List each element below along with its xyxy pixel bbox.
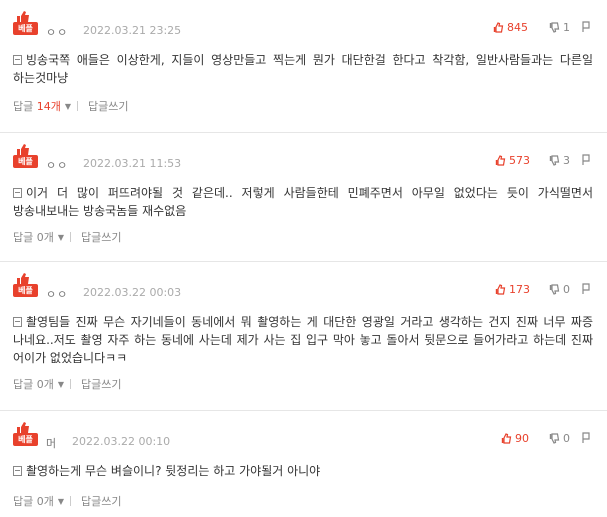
write-reply-link[interactable]: 답글쓰기 — [81, 376, 121, 392]
document-icon — [13, 55, 22, 65]
downvote-count: 3 — [563, 154, 570, 167]
comment-text-block: 촬영하는게 무슨 벼슬이니? 뒷정리는 하고 가야될거 아니야 — [13, 462, 593, 480]
thumbs-up-icon — [493, 22, 504, 33]
best-label: 베플 — [13, 284, 38, 297]
upvote-button[interactable]: 845 — [493, 21, 528, 34]
best-label: 베플 — [13, 433, 38, 446]
comment-text: 촬영팀들 진짜 무슨 자기네들이 동네에서 뭐 촬영하는 게 대단한 영광일 거… — [13, 315, 593, 365]
divider — [70, 379, 72, 389]
comment-author[interactable]: ㅇㅇ — [46, 24, 68, 40]
document-icon — [13, 188, 22, 198]
comment-author[interactable]: ㅇㅇ — [46, 157, 68, 173]
comment-text-block: 빙송국쪽 애들은 이상한게, 지들이 영상만들고 찍는게 뭔가 대단한걸 한다고… — [13, 51, 593, 87]
reply-toggle[interactable]: 답글 14개 — [13, 98, 61, 114]
comment-header: 베플 ㅇㅇ 2022.03.22 00:03 173 0 — [13, 272, 599, 302]
comment-date: 2022.03.21 11:53 — [83, 157, 182, 170]
reply-count: 0개 — [36, 495, 54, 508]
reply-label: 답글 — [13, 378, 34, 391]
downvote-button[interactable]: 3 — [549, 154, 570, 167]
reply-label: 답글 — [13, 231, 34, 244]
thumbs-down-icon — [549, 284, 560, 295]
comment-text: 빙송국쪽 애들은 이상한게, 지들이 영상만들고 찍는게 뭔가 대단한걸 한다고… — [13, 53, 593, 85]
downvote-button[interactable]: 1 — [549, 21, 570, 34]
caret-down-icon[interactable]: ▼ — [58, 233, 64, 242]
reply-toggle[interactable]: 답글 0개 — [13, 493, 54, 509]
divider — [70, 496, 72, 506]
best-comment-badge: 베플 — [13, 272, 39, 299]
report-icon[interactable] — [581, 283, 591, 295]
write-reply-link[interactable]: 답글쓰기 — [81, 493, 121, 509]
downvote-count: 0 — [563, 283, 570, 296]
comment-header: 베플 ㅇㅇ 2022.03.21 23:25 845 1 — [13, 10, 599, 40]
comment-item: 베플 ㅇㅇ 2022.03.21 23:25 845 1 빙송국쪽 애들은 이상… — [0, 0, 607, 133]
downvote-count: 0 — [563, 432, 570, 445]
report-icon[interactable] — [581, 154, 591, 166]
comment-item: 베플 머 2022.03.22 00:10 90 0 촬영하는게 무슨 벼슬이니… — [0, 411, 607, 517]
comment-text: 이거 더 많이 퍼뜨려야될 것 같은데.. 저렇게 사람들한테 민폐주면서 아무… — [13, 186, 593, 218]
thumbs-down-icon — [549, 155, 560, 166]
upvote-count: 90 — [515, 432, 529, 445]
reply-toggle[interactable]: 답글 0개 — [13, 376, 54, 392]
comment-item: 베플 ㅇㅇ 2022.03.21 11:53 573 3 이거 더 많이 퍼뜨려… — [0, 133, 607, 262]
comment-item: 베플 ㅇㅇ 2022.03.22 00:03 173 0 촬영팀들 진짜 무슨 … — [0, 262, 607, 411]
reply-count: 0개 — [36, 231, 54, 244]
comment-footer: 답글 14개 ▼ 답글쓰기 — [13, 98, 129, 114]
document-icon — [13, 466, 22, 476]
thumbs-up-icon — [495, 284, 506, 295]
report-icon[interactable] — [581, 21, 591, 33]
divider — [77, 101, 79, 111]
comment-date: 2022.03.22 00:03 — [83, 286, 182, 299]
comment-date: 2022.03.21 23:25 — [83, 24, 182, 37]
reply-toggle[interactable]: 답글 0개 — [13, 229, 54, 245]
comment-footer: 답글 0개 ▼ 답글쓰기 — [13, 376, 122, 392]
reply-label: 답글 — [13, 100, 34, 113]
comment-text-block: 촬영팀들 진짜 무슨 자기네들이 동네에서 뭐 촬영하는 게 대단한 영광일 거… — [13, 313, 593, 367]
upvote-button[interactable]: 573 — [495, 154, 530, 167]
downvote-button[interactable]: 0 — [549, 283, 570, 296]
comment-footer: 답글 0개 ▼ 답글쓰기 — [13, 493, 122, 509]
comment-text-block: 이거 더 많이 퍼뜨려야될 것 같은데.. 저렇게 사람들한테 민폐주면서 아무… — [13, 184, 593, 220]
upvote-button[interactable]: 173 — [495, 283, 530, 296]
comment-header: 베플 ㅇㅇ 2022.03.21 11:53 573 3 — [13, 143, 599, 173]
upvote-count: 173 — [509, 283, 530, 296]
thumbs-down-icon — [549, 433, 560, 444]
upvote-button[interactable]: 90 — [501, 432, 529, 445]
comment-date: 2022.03.22 00:10 — [72, 435, 171, 448]
comment-author[interactable]: 머 — [46, 435, 57, 451]
write-reply-link[interactable]: 답글쓰기 — [81, 229, 121, 245]
thumbs-up-icon — [501, 433, 512, 444]
comment-text: 촬영하는게 무슨 벼슬이니? 뒷정리는 하고 가야될거 아니야 — [26, 464, 321, 478]
best-label: 베플 — [13, 155, 38, 168]
comment-header: 베플 머 2022.03.22 00:10 90 0 — [13, 421, 599, 451]
best-comment-badge: 베플 — [13, 143, 39, 170]
reply-count: 0개 — [36, 378, 54, 391]
thumbs-up-icon — [495, 155, 506, 166]
caret-down-icon[interactable]: ▼ — [58, 497, 64, 506]
upvote-count: 573 — [509, 154, 530, 167]
comment-author[interactable]: ㅇㅇ — [46, 286, 68, 302]
report-icon[interactable] — [581, 432, 591, 444]
downvote-button[interactable]: 0 — [549, 432, 570, 445]
reply-label: 답글 — [13, 495, 34, 508]
document-icon — [13, 317, 22, 327]
best-comment-badge: 베플 — [13, 421, 39, 448]
upvote-count: 845 — [507, 21, 528, 34]
comment-footer: 답글 0개 ▼ 답글쓰기 — [13, 229, 122, 245]
best-label: 베플 — [13, 22, 38, 35]
divider — [70, 232, 72, 242]
best-comment-badge: 베플 — [13, 10, 39, 37]
write-reply-link[interactable]: 답글쓰기 — [88, 98, 128, 114]
downvote-count: 1 — [563, 21, 570, 34]
reply-count: 14개 — [36, 100, 61, 113]
thumbs-down-icon — [549, 22, 560, 33]
caret-down-icon[interactable]: ▼ — [58, 380, 64, 389]
caret-down-icon[interactable]: ▼ — [65, 102, 71, 111]
